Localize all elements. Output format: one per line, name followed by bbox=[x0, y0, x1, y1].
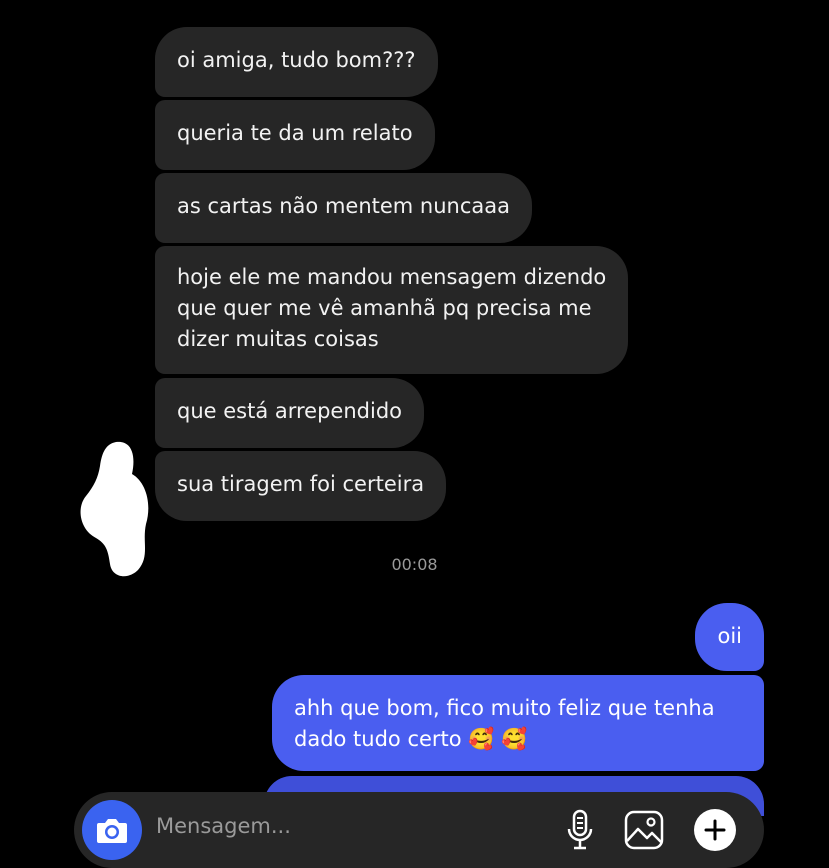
camera-icon bbox=[97, 819, 127, 843]
incoming-message[interactable]: oi amiga, tudo bom??? bbox=[155, 27, 438, 97]
message-text: queria te da um relato bbox=[177, 121, 413, 145]
outgoing-message[interactable]: oii bbox=[695, 603, 764, 671]
message-text: oi amiga, tudo bom??? bbox=[177, 48, 416, 72]
microphone-icon bbox=[567, 809, 593, 850]
incoming-message[interactable]: queria te da um relato bbox=[155, 100, 435, 170]
gallery-button[interactable] bbox=[622, 808, 666, 852]
message-text-line: dado tudo certo 🥰 🥰 bbox=[294, 727, 528, 751]
microphone-button[interactable] bbox=[558, 808, 602, 852]
message-input[interactable]: Mensagem... bbox=[156, 814, 291, 838]
message-text: oii bbox=[717, 624, 742, 648]
plus-icon bbox=[704, 819, 726, 841]
incoming-message[interactable]: hoje ele me mandou mensagem dizendo que … bbox=[155, 246, 629, 374]
message-text-line: que quer me vê amanhã pq precisa me bbox=[177, 296, 592, 320]
message-text-line: ahh que bom, fico muito feliz que tenha bbox=[294, 696, 715, 720]
message-composer: Mensagem... bbox=[74, 792, 764, 868]
message-text: que está arrependido bbox=[177, 399, 403, 423]
more-options-button[interactable] bbox=[694, 809, 736, 851]
incoming-message[interactable]: as cartas não mentem nuncaaa bbox=[155, 173, 533, 243]
message-text-line: dizer muitas coisas bbox=[177, 327, 379, 351]
incoming-message[interactable]: que está arrependido bbox=[155, 378, 425, 448]
message-text: as cartas não mentem nuncaaa bbox=[177, 194, 511, 218]
message-text: sua tiragem foi certeira bbox=[177, 472, 425, 496]
image-icon bbox=[624, 810, 664, 850]
message-timestamp: 00:08 bbox=[391, 555, 438, 574]
incoming-message[interactable]: sua tiragem foi certeira bbox=[155, 451, 447, 521]
message-text-line: hoje ele me mandou mensagem dizendo bbox=[177, 265, 607, 289]
outgoing-message[interactable]: ahh que bom, fico muito feliz que tenha … bbox=[272, 675, 764, 771]
camera-button[interactable] bbox=[82, 800, 142, 860]
